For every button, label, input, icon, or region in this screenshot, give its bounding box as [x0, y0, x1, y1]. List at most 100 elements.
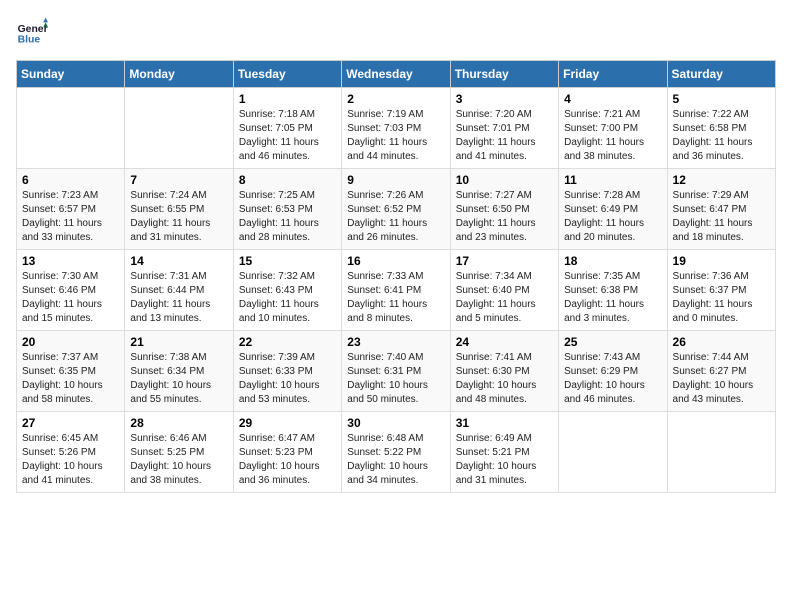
calendar-cell: 15 Sunrise: 7:32 AMSunset: 6:43 PMDayligh…: [233, 250, 341, 331]
cell-info: Sunrise: 7:39 AMSunset: 6:33 PMDaylight:…: [239, 351, 336, 407]
col-header-wednesday: Wednesday: [342, 61, 450, 88]
cell-info: Sunrise: 7:37 AMSunset: 6:35 PMDaylight:…: [22, 351, 119, 407]
cell-info: Sunrise: 6:49 AMSunset: 5:21 PMDaylight:…: [456, 432, 553, 488]
col-header-thursday: Thursday: [450, 61, 558, 88]
day-number: 26: [673, 335, 770, 349]
calendar-week-2: 6 Sunrise: 7:23 AMSunset: 6:57 PMDaylight…: [17, 169, 776, 250]
calendar-cell: 23 Sunrise: 7:40 AMSunset: 6:31 PMDayligh…: [342, 331, 450, 412]
cell-info: Sunrise: 7:43 AMSunset: 6:29 PMDaylight:…: [564, 351, 661, 407]
calendar-cell: 8 Sunrise: 7:25 AMSunset: 6:53 PMDaylight…: [233, 169, 341, 250]
day-number: 17: [456, 254, 553, 268]
svg-text:General: General: [18, 24, 48, 35]
calendar-cell: 13 Sunrise: 7:30 AMSunset: 6:46 PMDayligh…: [17, 250, 125, 331]
day-number: 18: [564, 254, 661, 268]
day-number: 15: [239, 254, 336, 268]
calendar-week-4: 20Sunrise: 7:37 AMSunset: 6:35 PMDayligh…: [17, 331, 776, 412]
logo-icon: General Blue: [16, 16, 48, 48]
day-number: 31: [456, 416, 553, 430]
col-header-monday: Monday: [125, 61, 233, 88]
day-number: 24: [456, 335, 553, 349]
day-number: 29: [239, 416, 336, 430]
page-header: General Blue: [16, 16, 776, 48]
cell-info: Sunrise: 7:22 AMSunset: 6:58 PMDaylight:…: [673, 108, 770, 164]
cell-info: Sunrise: 7:21 AMSunset: 7:00 PMDaylight:…: [564, 108, 661, 164]
calendar-cell: 27 Sunrise: 6:45 AMSunset: 5:26 PMDayligh…: [17, 412, 125, 493]
calendar-cell: 2 Sunrise: 7:19 AMSunset: 7:03 PMDaylight…: [342, 88, 450, 169]
logo: General Blue: [16, 16, 48, 48]
calendar-cell: 30Sunrise: 6:48 AMSunset: 5:22 PMDayligh…: [342, 412, 450, 493]
day-number: 8: [239, 173, 336, 187]
cell-info: Sunrise: 7:35 AMSunset: 6:38 PMDaylight:…: [564, 270, 661, 326]
calendar-cell: 11Sunrise: 7:28 AMSunset: 6:49 PMDayligh…: [559, 169, 667, 250]
col-header-sunday: Sunday: [17, 61, 125, 88]
day-number: 27: [22, 416, 119, 430]
day-number: 28: [130, 416, 227, 430]
calendar-cell: [559, 412, 667, 493]
cell-info: Sunrise: 7:31 AMSunset: 6:44 PMDaylight:…: [130, 270, 227, 326]
cell-info: Sunrise: 7:20 AMSunset: 7:01 PMDaylight:…: [456, 108, 553, 164]
calendar-cell: 20Sunrise: 7:37 AMSunset: 6:35 PMDayligh…: [17, 331, 125, 412]
day-number: 6: [22, 173, 119, 187]
day-number: 30: [347, 416, 444, 430]
cell-info: Sunrise: 7:41 AMSunset: 6:30 PMDaylight:…: [456, 351, 553, 407]
day-number: 10: [456, 173, 553, 187]
calendar-cell: 6 Sunrise: 7:23 AMSunset: 6:57 PMDaylight…: [17, 169, 125, 250]
calendar-cell: 31 Sunrise: 6:49 AMSunset: 5:21 PMDayligh…: [450, 412, 558, 493]
calendar-cell: 14Sunrise: 7:31 AMSunset: 6:44 PMDayligh…: [125, 250, 233, 331]
day-number: 22: [239, 335, 336, 349]
day-number: 2: [347, 92, 444, 106]
calendar-week-1: 1Sunrise: 7:18 AMSunset: 7:05 PMDaylight…: [17, 88, 776, 169]
cell-info: Sunrise: 7:44 AMSunset: 6:27 PMDaylight:…: [673, 351, 770, 407]
cell-info: Sunrise: 7:38 AMSunset: 6:34 PMDaylight:…: [130, 351, 227, 407]
calendar-cell: 1Sunrise: 7:18 AMSunset: 7:05 PMDaylight…: [233, 88, 341, 169]
cell-info: Sunrise: 7:25 AMSunset: 6:53 PMDaylight:…: [239, 189, 336, 245]
cell-info: Sunrise: 7:34 AMSunset: 6:40 PMDaylight:…: [456, 270, 553, 326]
calendar-cell: 3 Sunrise: 7:20 AMSunset: 7:01 PMDaylight…: [450, 88, 558, 169]
calendar-header-row: SundayMondayTuesdayWednesdayThursdayFrid…: [17, 61, 776, 88]
day-number: 5: [673, 92, 770, 106]
cell-info: Sunrise: 6:47 AMSunset: 5:23 PMDaylight:…: [239, 432, 336, 488]
cell-info: Sunrise: 7:18 AMSunset: 7:05 PMDaylight:…: [239, 108, 336, 164]
cell-info: Sunrise: 7:19 AMSunset: 7:03 PMDaylight:…: [347, 108, 444, 164]
cell-info: Sunrise: 7:24 AMSunset: 6:55 PMDaylight:…: [130, 189, 227, 245]
calendar-cell: 21 Sunrise: 7:38 AMSunset: 6:34 PMDayligh…: [125, 331, 233, 412]
calendar-cell: [125, 88, 233, 169]
calendar-cell: 12Sunrise: 7:29 AMSunset: 6:47 PMDayligh…: [667, 169, 775, 250]
calendar-cell: 10 Sunrise: 7:27 AMSunset: 6:50 PMDayligh…: [450, 169, 558, 250]
calendar-cell: 28 Sunrise: 6:46 AMSunset: 5:25 PMDayligh…: [125, 412, 233, 493]
day-number: 21: [130, 335, 227, 349]
day-number: 23: [347, 335, 444, 349]
col-header-saturday: Saturday: [667, 61, 775, 88]
day-number: 7: [130, 173, 227, 187]
day-number: 3: [456, 92, 553, 106]
day-number: 25: [564, 335, 661, 349]
day-number: 16: [347, 254, 444, 268]
calendar-week-3: 13 Sunrise: 7:30 AMSunset: 6:46 PMDayligh…: [17, 250, 776, 331]
cell-info: Sunrise: 6:45 AMSunset: 5:26 PMDaylight:…: [22, 432, 119, 488]
cell-info: Sunrise: 6:46 AMSunset: 5:25 PMDaylight:…: [130, 432, 227, 488]
calendar-table: SundayMondayTuesdayWednesdayThursdayFrid…: [16, 60, 776, 493]
calendar-cell: 18 Sunrise: 7:35 AMSunset: 6:38 PMDayligh…: [559, 250, 667, 331]
calendar-cell: [17, 88, 125, 169]
cell-info: Sunrise: 7:30 AMSunset: 6:46 PMDaylight:…: [22, 270, 119, 326]
cell-info: Sunrise: 7:23 AMSunset: 6:57 PMDaylight:…: [22, 189, 119, 245]
cell-info: Sunrise: 7:27 AMSunset: 6:50 PMDaylight:…: [456, 189, 553, 245]
day-number: 4: [564, 92, 661, 106]
calendar-cell: 26 Sunrise: 7:44 AMSunset: 6:27 PMDayligh…: [667, 331, 775, 412]
col-header-tuesday: Tuesday: [233, 61, 341, 88]
calendar-cell: 17 Sunrise: 7:34 AMSunset: 6:40 PMDayligh…: [450, 250, 558, 331]
cell-info: Sunrise: 7:33 AMSunset: 6:41 PMDaylight:…: [347, 270, 444, 326]
day-number: 13: [22, 254, 119, 268]
cell-info: Sunrise: 7:28 AMSunset: 6:49 PMDaylight:…: [564, 189, 661, 245]
calendar-cell: 29 Sunrise: 6:47 AMSunset: 5:23 PMDayligh…: [233, 412, 341, 493]
calendar-cell: 16 Sunrise: 7:33 AMSunset: 6:41 PMDayligh…: [342, 250, 450, 331]
calendar-cell: [667, 412, 775, 493]
calendar-cell: 7 Sunrise: 7:24 AMSunset: 6:55 PMDaylight…: [125, 169, 233, 250]
cell-info: Sunrise: 7:36 AMSunset: 6:37 PMDaylight:…: [673, 270, 770, 326]
calendar-cell: 9Sunrise: 7:26 AMSunset: 6:52 PMDaylight…: [342, 169, 450, 250]
day-number: 19: [673, 254, 770, 268]
cell-info: Sunrise: 7:40 AMSunset: 6:31 PMDaylight:…: [347, 351, 444, 407]
cell-info: Sunrise: 7:32 AMSunset: 6:43 PMDaylight:…: [239, 270, 336, 326]
calendar-cell: 25 Sunrise: 7:43 AMSunset: 6:29 PMDayligh…: [559, 331, 667, 412]
day-number: 12: [673, 173, 770, 187]
